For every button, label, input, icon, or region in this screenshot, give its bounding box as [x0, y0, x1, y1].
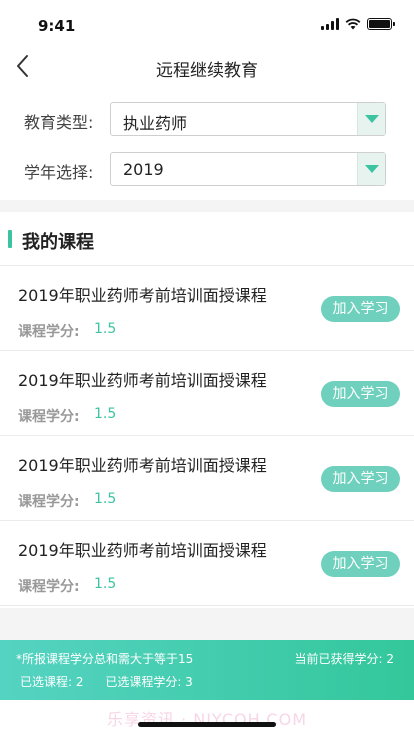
section-title: 我的课程: [22, 232, 94, 253]
status-time: 9:41: [38, 17, 76, 35]
course-name: 2019年职业药师考前培训面授课程: [18, 541, 267, 560]
credit-requirement-note: *所报课程学分总和需大于等于15: [16, 652, 194, 666]
course-list-item: 2019年职业药师考前培训面授课程 课程学分: 1.5 加入学习: [0, 436, 414, 521]
credit-value: 1.5: [94, 576, 117, 592]
course-name: 2019年职业药师考前培训面授课程: [18, 371, 267, 390]
dropdown-arrow-icon[interactable]: [357, 153, 385, 185]
battery-icon: [367, 18, 395, 30]
course-name: 2019年职业药师考前培训面授课程: [18, 286, 267, 305]
credit-value: 1.5: [94, 406, 117, 422]
education-type-row: 教育类型: 执业药师: [0, 102, 414, 136]
education-type-value: 执业药师: [123, 114, 188, 133]
course-list-item: 2019年职业药师考前培训面授课程 课程学分: 1.5 加入学习: [0, 351, 414, 436]
year-value: 2019: [123, 160, 164, 179]
education-type-label: 教育类型:: [24, 113, 94, 132]
home-indicator[interactable]: [138, 722, 276, 727]
selected-summary: 已选课程: 2 已选课程学分: 3: [20, 673, 211, 690]
section-accent-bar: [8, 230, 12, 248]
year-select[interactable]: 2019: [110, 152, 386, 186]
selected-courses-count: 已选课程: 2: [20, 675, 84, 689]
join-course-button[interactable]: 加入学习: [321, 296, 400, 322]
section-header: 我的课程: [0, 212, 414, 266]
course-name: 2019年职业药师考前培训面授课程: [18, 456, 267, 475]
join-course-button[interactable]: 加入学习: [321, 551, 400, 577]
page-title: 远程继续教育: [156, 61, 258, 81]
year-label: 学年选择:: [24, 163, 94, 182]
wifi-icon: [345, 18, 361, 30]
selected-courses-credits: 已选课程学分: 3: [105, 675, 193, 689]
status-icons: [321, 17, 395, 31]
course-list-item: 2019年职业药师考前培训面授课程 课程学分: 1.5 加入学习: [0, 266, 414, 351]
credit-label: 课程学分:: [18, 579, 80, 595]
cellular-signal-icon: [321, 18, 339, 30]
earned-credits: 当前已获得学分: 2: [294, 652, 395, 666]
status-bar: 9:41: [0, 0, 414, 44]
credit-label: 课程学分:: [18, 324, 80, 340]
credit-label: 课程学分:: [18, 409, 80, 425]
nav-bar: 远程继续教育: [0, 44, 414, 88]
education-type-select[interactable]: 执业药师: [110, 102, 386, 136]
join-course-button[interactable]: 加入学习: [321, 381, 400, 407]
credit-summary-bar: *所报课程学分总和需大于等于15 当前已获得学分: 2 已选课程: 2 已选课程…: [0, 640, 414, 700]
credit-value: 1.5: [94, 321, 117, 337]
join-course-button[interactable]: 加入学习: [321, 466, 400, 492]
credit-label: 课程学分:: [18, 494, 80, 510]
dropdown-arrow-icon[interactable]: [357, 103, 385, 135]
my-courses-section: 我的课程 2019年职业药师考前培训面授课程 课程学分: 1.5 加入学习 20…: [0, 212, 414, 608]
course-list-item: 2019年职业药师考前培训面授课程 课程学分: 1.5 加入学习: [0, 521, 414, 606]
year-row: 学年选择: 2019: [0, 152, 414, 186]
credit-value: 1.5: [94, 491, 117, 507]
filter-panel: 教育类型: 执业药师 学年选择: 2019: [0, 88, 414, 200]
